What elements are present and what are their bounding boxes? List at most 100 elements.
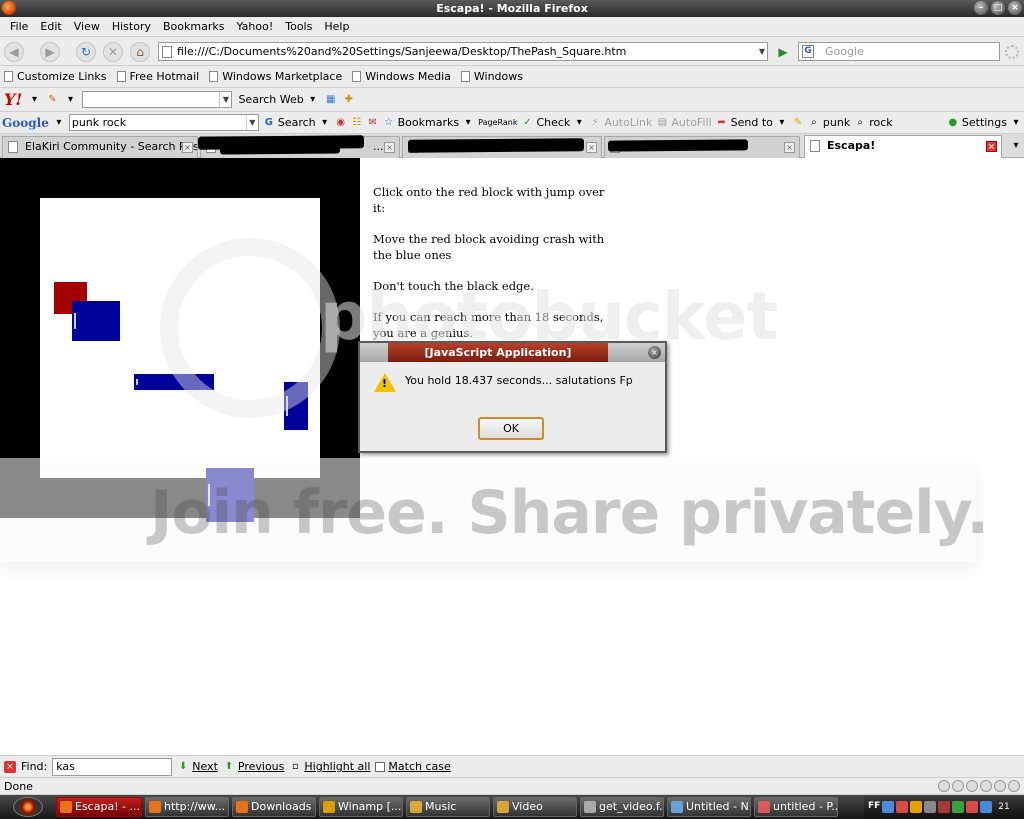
close-icon[interactable]: × [1008, 1, 1022, 15]
menu-edit[interactable]: Edit [34, 20, 67, 33]
menu-help[interactable]: Help [318, 20, 355, 33]
chevron-down-icon[interactable]: ▾ [53, 117, 65, 129]
reload-icon[interactable]: ↻ [76, 42, 96, 62]
taskbar-item-escapa[interactable]: Escapa! - ... [56, 797, 142, 817]
status-icon[interactable] [1008, 780, 1020, 792]
tray-icon[interactable] [938, 801, 951, 813]
bookmark-windows-media[interactable]: Windows Media [352, 70, 451, 83]
menu-yahoo[interactable]: Yahoo! [230, 20, 279, 33]
taskbar-item-http[interactable]: http://ww... [145, 797, 229, 817]
ok-button[interactable]: OK [478, 417, 544, 440]
find-close-icon[interactable]: × [4, 760, 16, 773]
status-icon[interactable] [938, 780, 950, 792]
mail-icon[interactable]: ✉ [367, 117, 379, 129]
bookmark-customize-links[interactable]: Customize Links [4, 70, 107, 83]
tab-close-icon[interactable]: × [986, 141, 997, 152]
back-icon[interactable]: ◀ [4, 42, 24, 62]
green-dot-icon: ● [948, 116, 958, 128]
tab-list-icon[interactable]: ▾ [1010, 140, 1022, 152]
clock[interactable]: 21 [998, 802, 1009, 812]
match-case-checkbox[interactable]: Match case [375, 760, 451, 773]
tab-elakiri[interactable]: ElaKiri Community - Search Res... × [2, 136, 198, 158]
tray-icon[interactable] [896, 801, 909, 813]
bookmark-windows-marketplace[interactable]: Windows Marketplace [209, 70, 342, 83]
maximize-icon[interactable]: □ [991, 1, 1005, 15]
menu-tools[interactable]: Tools [279, 20, 318, 33]
taskbar-item-notepad[interactable]: Untitled - N... [667, 797, 751, 817]
find-input[interactable]: kas [52, 757, 173, 776]
yahoo-search-web-button[interactable]: Search Web ▾ [238, 93, 318, 106]
minimize-icon[interactable]: – [974, 1, 988, 15]
settings-icon[interactable]: ✚ [343, 94, 355, 106]
home-icon[interactable]: ⌂ [130, 42, 150, 62]
search-input[interactable]: G Google [798, 42, 1000, 61]
tab-escapa[interactable]: Escapa! × [804, 135, 1002, 159]
autolink-button[interactable]: ⚡ AutoLink [589, 116, 653, 129]
spell-check-button[interactable]: ✓ Check ▾ [521, 116, 585, 129]
google-bookmarks-button[interactable]: ☆ Bookmarks ▾ [383, 116, 474, 129]
tray-label[interactable]: FF [868, 801, 880, 813]
taskbar-item-winamp[interactable]: Winamp [... [319, 797, 403, 817]
chevron-down-icon[interactable]: ▼ [219, 92, 231, 107]
tab-bar: ElaKiri Community - Search Res... × ... … [0, 134, 1024, 159]
tray-icon[interactable] [882, 801, 895, 813]
start-button[interactable] [0, 796, 56, 818]
google-engine-icon[interactable]: G [802, 45, 814, 58]
search-term-punk[interactable]: ⌕ punk [808, 116, 850, 129]
folder-icon [410, 801, 422, 813]
menu-view[interactable]: View [68, 20, 106, 33]
bookmark-free-hotmail[interactable]: Free Hotmail [116, 70, 199, 83]
find-next-button[interactable]: ⬇ Next [177, 760, 218, 773]
google-search-button[interactable]: G Search ▾ [263, 116, 331, 129]
url-dropdown-icon[interactable]: ▼ [756, 43, 768, 60]
search-term-rock[interactable]: ⌕ rock [854, 116, 892, 129]
taskbar-item-video[interactable]: Video [493, 797, 577, 817]
tab-close-icon[interactable]: × [182, 142, 193, 153]
chevron-down-icon[interactable]: ▾ [28, 94, 40, 106]
status-icon[interactable] [980, 780, 992, 792]
google-settings-button[interactable]: ● Settings ▾ [947, 116, 1022, 129]
status-icon[interactable] [966, 780, 978, 792]
forward-icon[interactable]: ▶ [40, 42, 60, 62]
tray-icon[interactable] [966, 801, 979, 813]
google-search-input[interactable]: punk rock ▼ [68, 114, 259, 131]
taskbar-item-music[interactable]: Music [406, 797, 490, 817]
url-field[interactable]: file:///C:/Documents%20and%20Settings/Sa… [158, 42, 768, 61]
tab-close-icon[interactable]: × [384, 142, 395, 153]
chevron-down-icon[interactable]: ▼ [245, 115, 258, 130]
taskbar-item-get-video[interactable]: get_video.f... [580, 797, 664, 817]
menu-file[interactable]: File [4, 20, 34, 33]
bookmark-windows[interactable]: Windows [460, 70, 523, 83]
status-icon[interactable] [994, 780, 1006, 792]
highlight-icon[interactable]: ▦ [325, 94, 337, 106]
pencil-icon[interactable]: ✎ [46, 94, 58, 106]
menu-history[interactable]: History [106, 20, 157, 33]
yahoo-search-input[interactable]: ▼ [82, 91, 233, 108]
bookmark-page-icon [209, 71, 219, 82]
go-icon[interactable]: ▶ [774, 43, 792, 61]
wand-icon: ⚡ [591, 116, 599, 128]
send-to-button[interactable]: ➦ Send to ▾ [716, 116, 788, 129]
highlight-all-button[interactable]: ▫ Highlight all [289, 760, 370, 773]
yahoo-logo[interactable]: Y! [4, 90, 22, 109]
tray-icon[interactable] [910, 801, 923, 813]
tab-close-icon[interactable]: × [784, 142, 795, 153]
dialog-close-icon[interactable]: × [648, 346, 661, 359]
news-icon[interactable]: ◉ [335, 117, 347, 129]
taskbar-item-downloads[interactable]: Downloads [232, 797, 316, 817]
pagerank-indicator[interactable]: PageRank [478, 118, 517, 127]
taskbar-item-paint[interactable]: untitled - P... [754, 797, 838, 817]
chevron-down-icon[interactable]: ▾ [64, 94, 76, 106]
autofill-button[interactable]: ▤ AutoFill [656, 116, 712, 129]
highlighter-icon[interactable]: ✎ [792, 117, 804, 129]
google-logo[interactable]: Google [2, 116, 49, 130]
popup-blocker-icon[interactable]: ☷ [351, 117, 363, 129]
tab-close-icon[interactable]: × [586, 142, 597, 153]
tray-icon[interactable] [924, 801, 937, 813]
stop-icon[interactable]: ✕ [103, 42, 123, 62]
tray-icon[interactable] [980, 801, 993, 813]
find-previous-button[interactable]: ⬆ Previous [223, 760, 285, 773]
tray-icon[interactable] [952, 801, 965, 813]
menu-bookmarks[interactable]: Bookmarks [157, 20, 230, 33]
status-icon[interactable] [952, 780, 964, 792]
